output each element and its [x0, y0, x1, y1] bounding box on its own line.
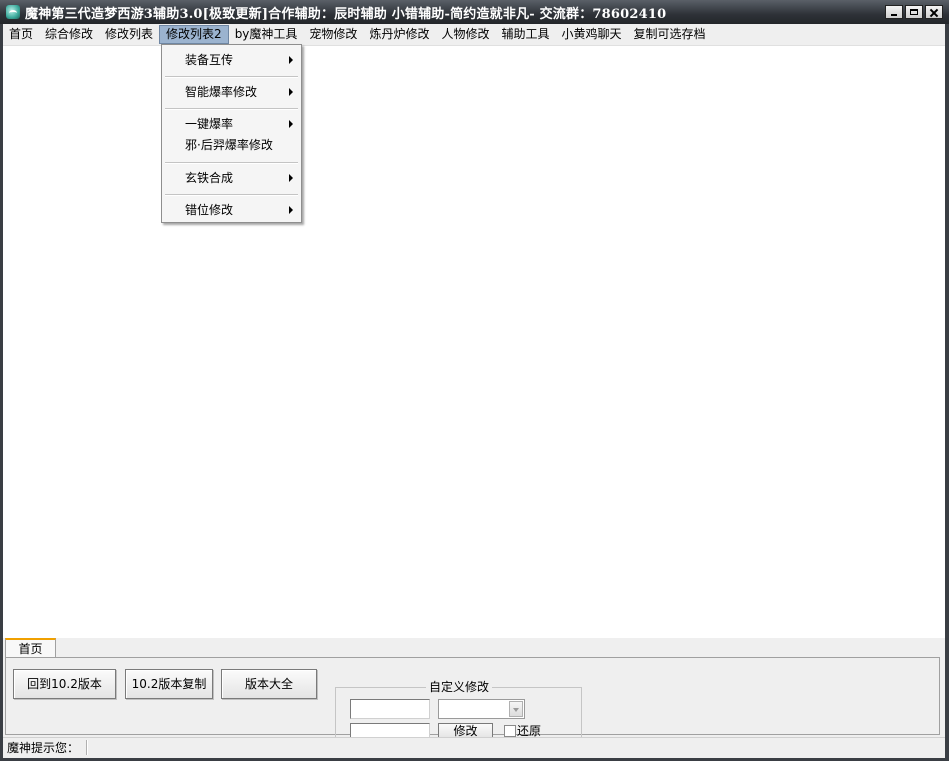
custom-field-1[interactable]	[350, 699, 430, 719]
dropdown-item-label: 智能爆率修改	[185, 85, 258, 99]
status-label: 魔神提示您：	[7, 741, 80, 755]
custom-modify-group: 自定义修改 修改 还原	[335, 679, 582, 744]
all-versions-button[interactable]: 版本大全	[221, 669, 317, 699]
menu-chat[interactable]: 小黄鸡聊天	[555, 25, 627, 44]
dropdown-item-label: 玄铁合成	[185, 171, 234, 185]
status-bar: 魔神提示您：	[3, 737, 945, 758]
menu-separator	[165, 194, 298, 196]
dropdown-item-houyi-droprate[interactable]: 邪·后羿爆率修改	[162, 135, 301, 155]
title-bar[interactable]: 魔神第三代造梦西游3辅助3.0[极致更新]合作辅助：辰时辅助 小错辅助-简约造就…	[0, 0, 949, 24]
dropdown-item-offset-modify[interactable]: 错位修改	[162, 200, 301, 220]
dropdown-item-one-click-droprate[interactable]: 一键爆率	[162, 114, 301, 134]
app-window: 魔神第三代造梦西游3辅助3.0[极致更新]合作辅助：辰时辅助 小错辅助-简约造就…	[0, 0, 949, 761]
menu-modify-list[interactable]: 修改列表	[99, 25, 159, 44]
menu-home[interactable]: 首页	[3, 25, 39, 44]
main-content-area	[3, 46, 945, 638]
dropdown-menu: 装备互传 智能爆率修改 一键爆率 邪·后羿爆率修改 玄铁合成 错位修改	[161, 44, 302, 223]
back-to-10-2-button[interactable]: 回到10.2版本	[13, 669, 116, 699]
window-title: 魔神第三代造梦西游3辅助3.0[极致更新]合作辅助：辰时辅助 小错辅助-简约造就…	[25, 6, 667, 22]
menu-by-moshen-tools[interactable]: by魔神工具	[229, 25, 304, 44]
submenu-arrow-icon	[289, 174, 293, 182]
menu-separator	[165, 162, 298, 164]
dropdown-item-equipment-transfer[interactable]: 装备互传	[162, 50, 301, 70]
menu-bar: 首页 综合修改 修改列表 修改列表2 by魔神工具 宠物修改 炼丹炉修改 人物修…	[3, 24, 945, 46]
window-controls	[885, 5, 943, 19]
dropdown-item-label: 一键爆率	[185, 117, 234, 131]
menu-copy-save[interactable]: 复制可选存档	[628, 25, 712, 44]
bottom-panel: 首页 回到10.2版本 10.2版本复制 版本大全 自定义修改 修改 还原	[3, 638, 945, 744]
app-logo-icon	[6, 5, 20, 19]
menu-aux-tools[interactable]: 辅助工具	[495, 25, 555, 44]
custom-combo[interactable]	[438, 699, 525, 719]
copy-10-2-button[interactable]: 10.2版本复制	[125, 669, 213, 699]
dropdown-item-label: 装备互传	[185, 53, 234, 67]
menu-general-modify[interactable]: 综合修改	[39, 25, 99, 44]
dropdown-item-smart-droprate[interactable]: 智能爆率修改	[162, 82, 301, 102]
dropdown-item-label: 邪·后羿爆率修改	[185, 138, 273, 152]
menu-separator	[165, 76, 298, 78]
dropdown-item-label: 错位修改	[185, 203, 234, 217]
submenu-arrow-icon	[289, 56, 293, 64]
close-icon[interactable]	[925, 5, 943, 19]
submenu-arrow-icon	[289, 120, 293, 128]
menu-character-modify[interactable]: 人物修改	[435, 25, 495, 44]
status-divider	[86, 740, 88, 755]
submenu-arrow-icon	[289, 88, 293, 96]
tab-panel-home: 回到10.2版本 10.2版本复制 版本大全 自定义修改 修改 还原	[5, 657, 940, 744]
restore-checkbox[interactable]	[504, 725, 516, 737]
chevron-down-icon[interactable]	[509, 701, 523, 717]
tab-home[interactable]: 首页	[5, 638, 56, 658]
maximize-icon[interactable]	[905, 5, 923, 19]
custom-modify-legend: 自定义修改	[426, 679, 493, 695]
submenu-arrow-icon	[289, 206, 293, 214]
menu-furnace-modify[interactable]: 炼丹炉修改	[363, 25, 435, 44]
minimize-icon[interactable]	[885, 5, 903, 19]
dropdown-item-iron-synthesis[interactable]: 玄铁合成	[162, 168, 301, 188]
menu-modify-list-2[interactable]: 修改列表2	[159, 25, 229, 44]
menu-separator	[165, 108, 298, 110]
menu-pet-modify[interactable]: 宠物修改	[303, 25, 363, 44]
